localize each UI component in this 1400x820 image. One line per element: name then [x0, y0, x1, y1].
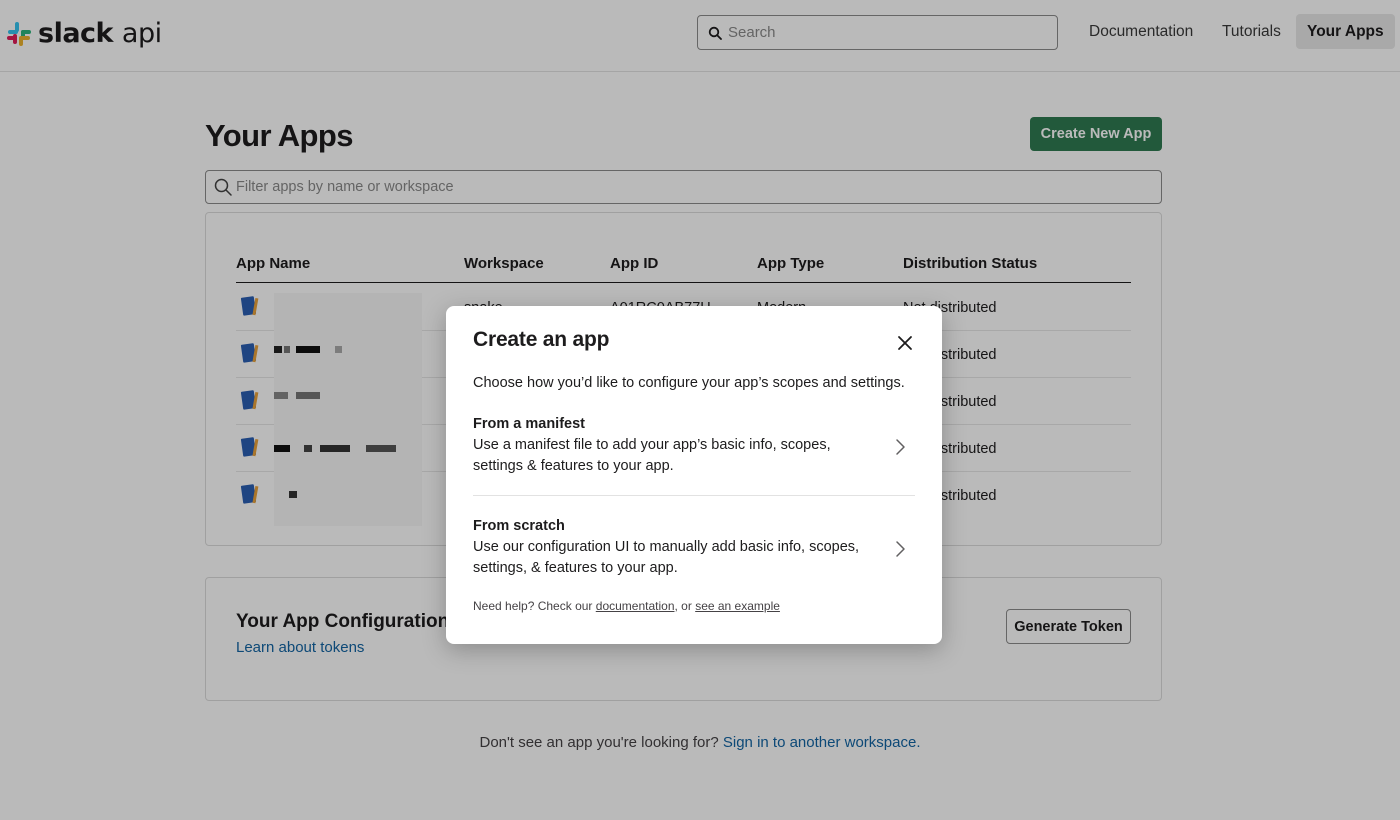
option-title: From a manifest — [473, 416, 585, 432]
from-scratch-option[interactable]: From scratch Use our configuration UI to… — [473, 518, 915, 598]
chevron-right-icon — [896, 541, 905, 557]
documentation-link[interactable]: documentation — [596, 599, 675, 613]
create-app-modal: Create an app Choose how you’d like to c… — [446, 306, 942, 644]
from-manifest-option[interactable]: From a manifest Use a manifest file to a… — [473, 416, 915, 496]
close-icon[interactable] — [895, 333, 915, 353]
option-title: From scratch — [473, 518, 565, 534]
see-an-example-link[interactable]: see an example — [695, 599, 780, 613]
help-separator: , or — [674, 599, 692, 613]
chevron-right-icon — [896, 439, 905, 455]
help-text: Need help? Check our documentation, or s… — [473, 599, 780, 613]
help-prefix: Need help? Check our — [473, 599, 593, 613]
option-description: Use our configuration UI to manually add… — [473, 539, 860, 576]
option-description: Use a manifest file to add your app’s ba… — [473, 437, 831, 474]
modal-title: Create an app — [473, 328, 610, 351]
modal-subtitle: Choose how you’d like to configure your … — [473, 375, 905, 391]
options-divider — [473, 495, 915, 496]
